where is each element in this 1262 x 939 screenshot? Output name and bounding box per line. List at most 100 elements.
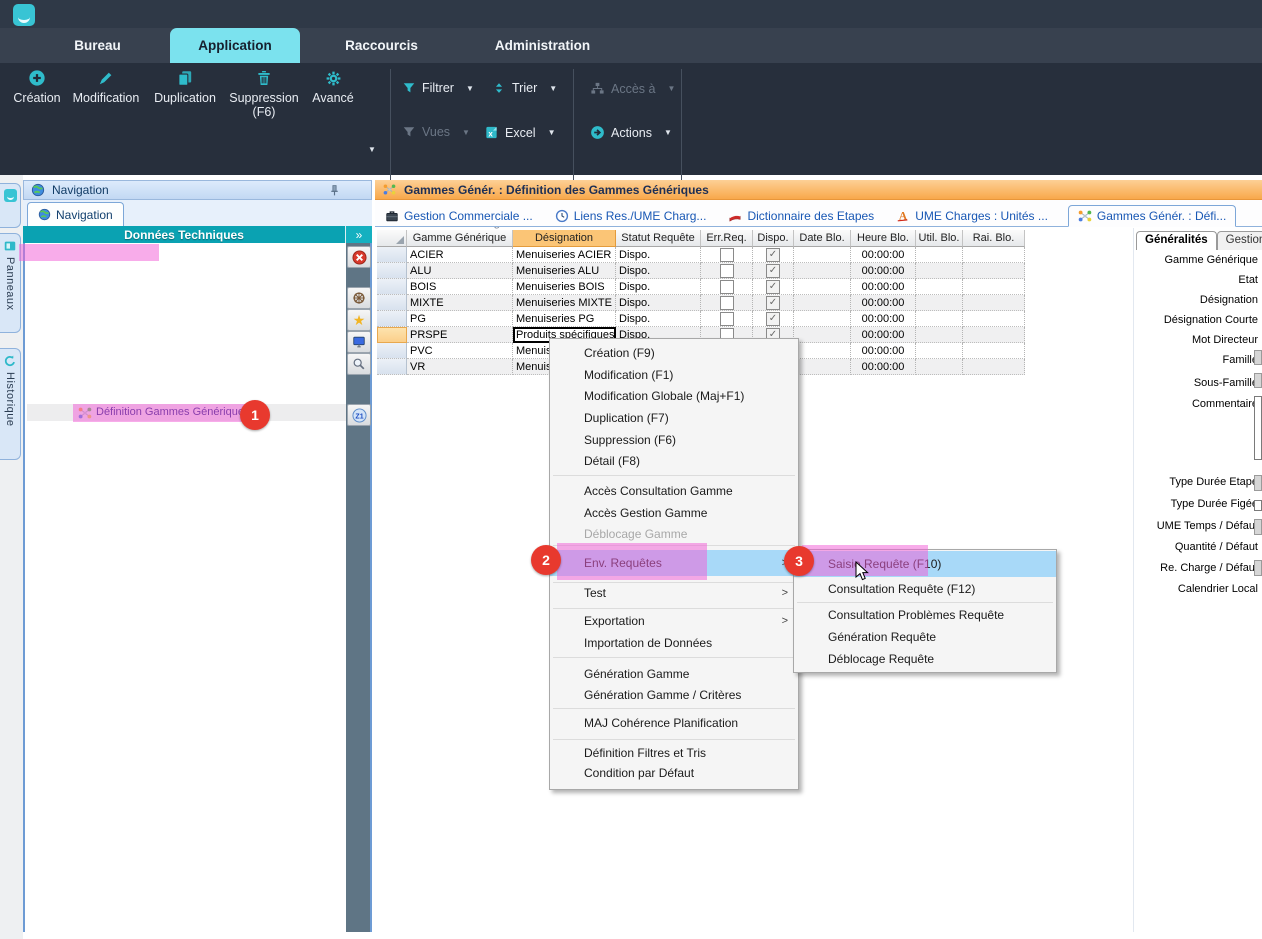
- menu-tab-application[interactable]: Application: [170, 28, 300, 63]
- avance-button[interactable]: Avancé: [306, 68, 360, 105]
- row-selector-current[interactable]: [377, 327, 407, 343]
- menu-tab-administration[interactable]: Administration: [470, 28, 615, 63]
- chevron-down-icon[interactable]: ▼: [549, 84, 557, 93]
- chevron-down-icon[interactable]: ▼: [368, 145, 376, 154]
- search-button[interactable]: [347, 353, 371, 375]
- err-req-checkbox[interactable]: [720, 248, 734, 262]
- doc-tab-gammes-generiques[interactable]: Gammes Génér. : Défi...: [1068, 205, 1236, 227]
- menu-item-test[interactable]: Test >: [550, 583, 798, 604]
- excel-button[interactable]: Excel ▼: [484, 125, 556, 140]
- tab-gestion-info[interactable]: Gestion Info: [1217, 231, 1262, 250]
- monitor-button[interactable]: [347, 331, 371, 353]
- menu-item-detail[interactable]: Détail (F8): [550, 451, 798, 472]
- field-fragment[interactable]: [1254, 373, 1262, 388]
- commentaire-field-fragment[interactable]: [1254, 396, 1262, 460]
- favorites-button[interactable]: ★: [347, 309, 371, 331]
- menu-item-duplication[interactable]: Duplication (F7): [550, 408, 798, 429]
- dispo-checkbox[interactable]: ✓: [766, 248, 780, 262]
- menu-item-deblocage-requete[interactable]: Déblocage Requête: [794, 649, 1056, 670]
- field-fragment[interactable]: [1254, 560, 1262, 576]
- duplication-button[interactable]: Duplication: [148, 68, 222, 105]
- menu-item-consultation-problemes-requete[interactable]: Consultation Problèmes Requête: [794, 605, 1056, 626]
- menu-item-definition-filtres-et-tris[interactable]: Définition Filtres et Tris: [550, 743, 798, 764]
- dispo-checkbox[interactable]: ✓: [766, 264, 780, 278]
- err-req-checkbox[interactable]: [720, 264, 734, 278]
- menu-item-consultation-requete[interactable]: Consultation Requête (F12): [794, 579, 1056, 600]
- menu-item-acces-consultation-gamme[interactable]: Accès Consultation Gamme: [550, 481, 798, 502]
- column-header[interactable]: Util. Blo.: [916, 230, 963, 247]
- navigation-tree: [23, 243, 346, 932]
- column-header[interactable]: Dispo.: [753, 230, 794, 247]
- row-selector[interactable]: [377, 295, 407, 311]
- tab-navigation[interactable]: Navigation: [27, 202, 124, 226]
- err-req-checkbox[interactable]: [720, 280, 734, 294]
- err-req-checkbox[interactable]: [720, 296, 734, 310]
- field-fragment[interactable]: [1254, 475, 1262, 491]
- row-selector[interactable]: [377, 359, 407, 375]
- suppression-button[interactable]: Suppression (F6): [224, 68, 304, 119]
- menu-item-suppression[interactable]: Suppression (F6): [550, 430, 798, 451]
- actions-button[interactable]: Actions ▼: [590, 125, 672, 140]
- doc-tab-gestion-commerciale[interactable]: Gestion Commerciale ...: [383, 206, 535, 226]
- chevron-down-icon[interactable]: ▼: [664, 128, 672, 137]
- table-row[interactable]: ACIER Menuiseries ACIER Dispo. ✓ 00:00:0…: [377, 247, 1025, 263]
- menu-item-importation-de-donnees[interactable]: Importation de Données: [550, 633, 798, 654]
- dispo-checkbox[interactable]: ✓: [766, 280, 780, 294]
- row-selector[interactable]: [377, 279, 407, 295]
- doc-tab-ume-charges[interactable]: UME Charges : Unités ...: [894, 206, 1050, 226]
- doc-tab-liens-res-ume[interactable]: Liens Res./UME Charg...: [553, 206, 709, 226]
- row-selector[interactable]: [377, 263, 407, 279]
- zoom-z1-button[interactable]: [347, 404, 371, 426]
- collapse-panel-button[interactable]: »: [345, 226, 372, 243]
- column-header[interactable]: Rai. Blo.: [963, 230, 1025, 247]
- menu-item-generation-requete[interactable]: Génération Requête: [794, 627, 1056, 648]
- table-row[interactable]: MIXTE Menuiseries MIXTE Dispo. ✓ 00:00:0…: [377, 295, 1025, 311]
- column-header[interactable]: Heure Blo.: [851, 230, 916, 247]
- close-panel-button[interactable]: [347, 246, 371, 268]
- table-row[interactable]: BOIS Menuiseries BOIS Dispo. ✓ 00:00:00: [377, 279, 1025, 295]
- modification-button[interactable]: Modification: [66, 68, 146, 105]
- select-all-cell[interactable]: [377, 230, 407, 247]
- menu-item-maj-coherence-planification[interactable]: MAJ Cohérence Planification: [550, 713, 798, 734]
- dispo-checkbox[interactable]: ✓: [766, 296, 780, 310]
- menu-item-exportation[interactable]: Exportation >: [550, 611, 798, 632]
- panel-splitter[interactable]: [1133, 228, 1134, 932]
- chevron-down-icon[interactable]: ▼: [548, 128, 556, 137]
- wheel-button[interactable]: [347, 287, 371, 309]
- menu-item-creation[interactable]: Création (F9): [550, 343, 798, 364]
- creation-button[interactable]: Création: [8, 68, 66, 105]
- table-row[interactable]: ALU Menuiseries ALU Dispo. ✓ 00:00:00: [377, 263, 1025, 279]
- doc-tab-dictionnaire-etapes[interactable]: Dictionnaire des Etapes: [726, 206, 876, 226]
- trier-button[interactable]: Trier ▼: [492, 81, 557, 95]
- field-fragment[interactable]: [1254, 350, 1262, 365]
- table-header-row: Gamme Générique Désignation Statut Requê…: [377, 230, 1025, 247]
- field-fragment[interactable]: [1254, 519, 1262, 535]
- column-header[interactable]: Statut Requête: [616, 230, 701, 247]
- err-req-checkbox[interactable]: [720, 312, 734, 326]
- column-header-sorted[interactable]: Désignation: [513, 230, 616, 247]
- menu-tab-raccourcis[interactable]: Raccourcis: [330, 28, 433, 63]
- row-selector[interactable]: [377, 311, 407, 327]
- menu-item-modification[interactable]: Modification (F1): [550, 365, 798, 386]
- row-selector[interactable]: [377, 247, 407, 263]
- menu-item-generation-gamme[interactable]: Génération Gamme: [550, 664, 798, 685]
- pin-icon[interactable]: [328, 184, 341, 197]
- menu-tab-bureau[interactable]: Bureau: [45, 28, 150, 63]
- row-selector[interactable]: [377, 343, 407, 359]
- column-header[interactable]: Err.Req.: [701, 230, 753, 247]
- chevron-down-icon[interactable]: ▼: [466, 84, 474, 93]
- column-header[interactable]: Gamme Générique: [407, 230, 513, 247]
- field-label-designation: Désignation: [1200, 294, 1258, 306]
- rail-tab-app[interactable]: [0, 183, 21, 228]
- menu-item-acces-gestion-gamme[interactable]: Accès Gestion Gamme: [550, 503, 798, 524]
- dispo-checkbox[interactable]: ✓: [766, 312, 780, 326]
- button-label: Duplication: [154, 91, 216, 105]
- menu-item-condition-par-defaut[interactable]: Condition par Défaut: [550, 763, 798, 784]
- filtrer-button[interactable]: Filtrer ▼: [402, 81, 474, 95]
- column-header[interactable]: Date Blo.: [794, 230, 851, 247]
- menu-item-generation-gamme-criteres[interactable]: Génération Gamme / Critères: [550, 685, 798, 706]
- tab-generalites[interactable]: Généralités: [1136, 231, 1217, 250]
- checkbox-fragment[interactable]: [1254, 500, 1262, 511]
- menu-item-modification-globale[interactable]: Modification Globale (Maj+F1): [550, 386, 798, 407]
- table-row[interactable]: PG Menuiseries PG Dispo. ✓ 00:00:00: [377, 311, 1025, 327]
